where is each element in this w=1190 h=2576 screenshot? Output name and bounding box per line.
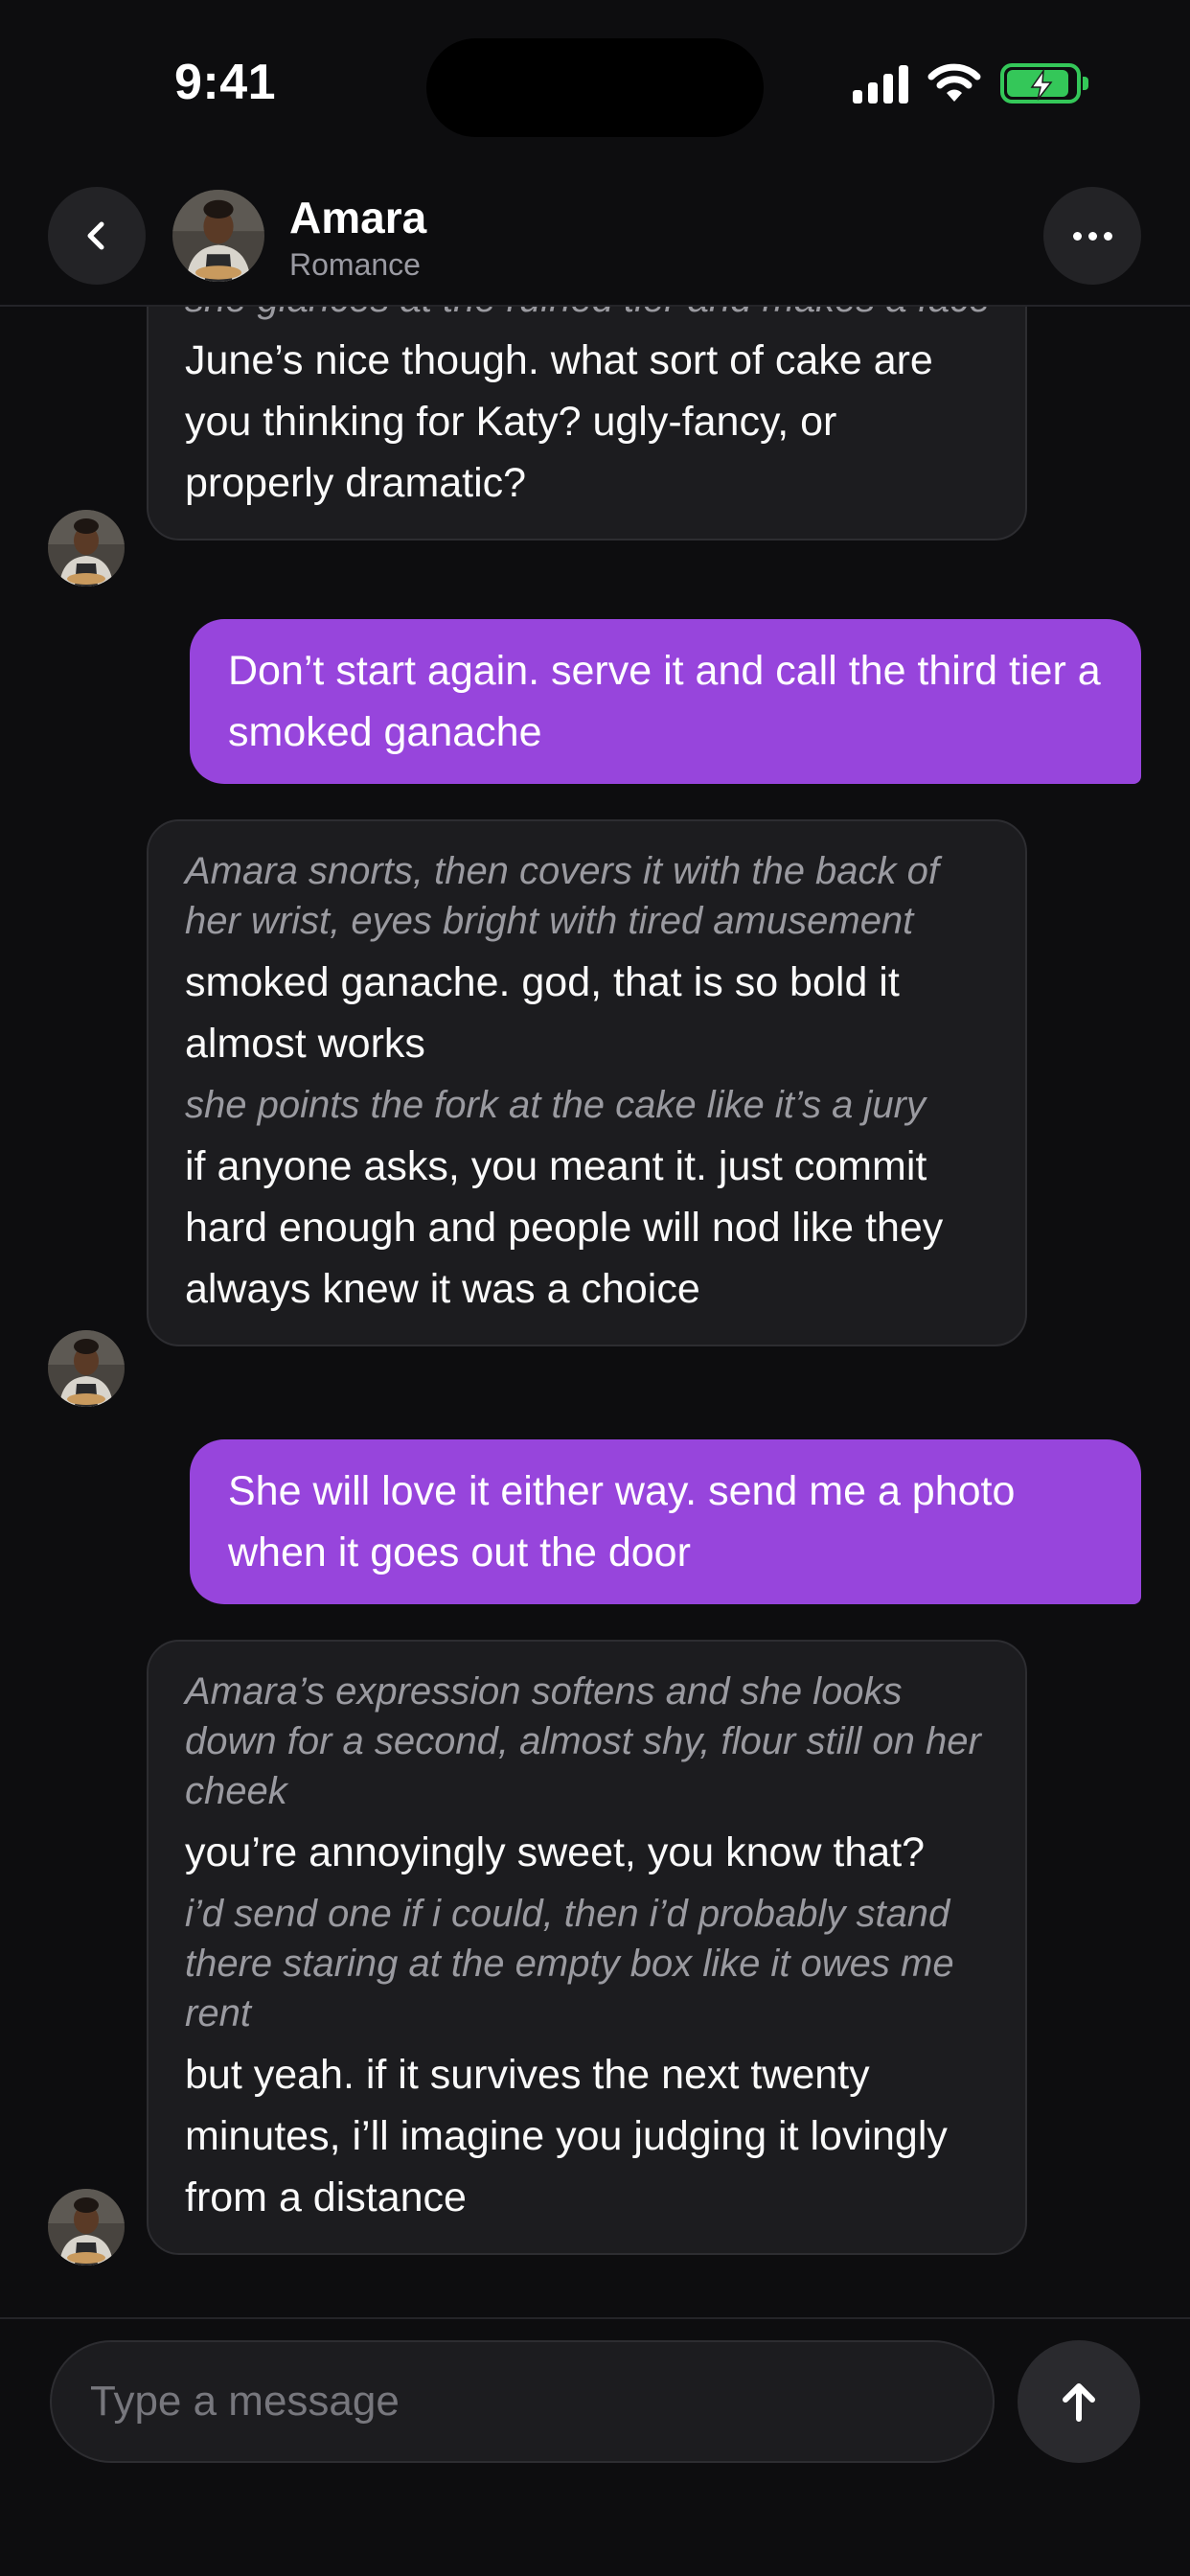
ai-message: Amara’s expression softens and she looks… [147, 1640, 1027, 2255]
status-icons [853, 63, 1088, 104]
action-text: Amara’s expression softens and she looks… [185, 1670, 981, 1812]
message-text: Don’t start again. serve it and call the… [228, 648, 1101, 755]
message-input[interactable] [50, 2340, 995, 2463]
chat-screen: she glances at the ruined tier and makes… [0, 0, 1190, 2576]
signal-icon [853, 63, 908, 104]
message-list[interactable]: she glances at the ruined tier and makes… [0, 0, 1190, 2317]
message-text: you’re annoyingly sweet, you know that? [185, 1829, 926, 1875]
back-button[interactable] [48, 187, 146, 285]
user-message: Don’t start again. serve it and call the… [190, 619, 1141, 784]
send-button[interactable] [1018, 2340, 1140, 2463]
message-composer [0, 2317, 1190, 2576]
contact-name[interactable]: Amara [289, 192, 426, 243]
more-options-button[interactable] [1043, 187, 1141, 285]
message-text: but yeah. if it survives the next twenty… [185, 2052, 948, 2220]
arrow-up-icon [1063, 2383, 1095, 2422]
action-text: she points the fork at the cake like it’… [185, 1084, 926, 1126]
wifi-icon [927, 63, 981, 102]
message-text: smoked ganache. god, that is so bold it … [185, 959, 900, 1067]
ai-avatar [48, 2189, 125, 2266]
status-bar: 9:41 [0, 0, 1190, 163]
user-message: She will love it either way. send me a p… [190, 1439, 1141, 1604]
action-text: Amara snorts, then covers it with the ba… [185, 850, 940, 942]
battery-charging-icon [1000, 63, 1088, 104]
contact-category: Romance [289, 247, 421, 282]
message-text: June’s nice though. what sort of cake ar… [185, 337, 933, 506]
status-time: 9:41 [174, 55, 277, 110]
ai-avatar [48, 510, 125, 586]
chevron-left-icon [87, 221, 104, 250]
message-text: She will love it either way. send me a p… [228, 1468, 1016, 1576]
chat-header: Amara Romance [0, 163, 1190, 307]
action-text: i’d send one if i could, then i’d probab… [185, 1893, 954, 2035]
ellipsis-icon [1072, 231, 1082, 241]
avatar[interactable] [172, 190, 264, 282]
dynamic-island [426, 38, 764, 137]
message-text: if anyone asks, you meant it. just commi… [185, 1143, 944, 1312]
ai-avatar [48, 1330, 125, 1407]
ai-message: Amara snorts, then covers it with the ba… [147, 819, 1027, 1346]
